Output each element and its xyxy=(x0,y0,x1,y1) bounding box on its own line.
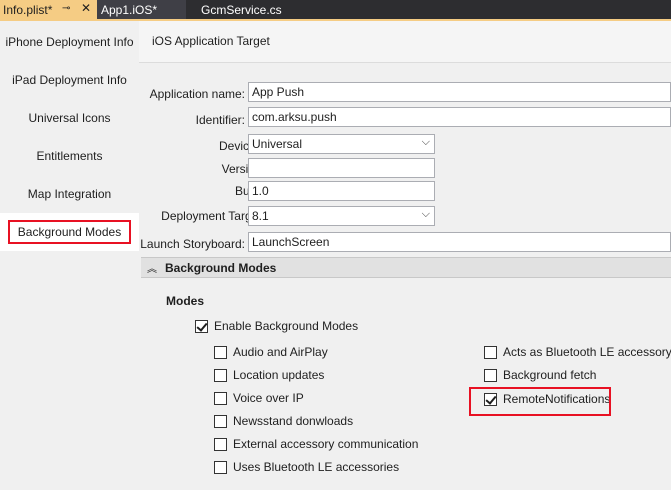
checkbox-icon[interactable] xyxy=(214,368,227,382)
main-panel: iOS Application Target Application name:… xyxy=(139,21,671,490)
checkbox-icon[interactable] xyxy=(214,414,227,428)
deployment-target-select[interactable]: 8.1 ⌵ xyxy=(248,206,435,226)
acts-as-bluetooth-le-checkbox[interactable]: Acts as Bluetooth LE accessory xyxy=(484,344,671,360)
checkbox-label: Location updates xyxy=(233,368,325,382)
app-name-field[interactable] xyxy=(248,82,671,102)
devices-value: Universal xyxy=(252,137,303,151)
chevron-down-icon: ⌵ xyxy=(421,208,430,220)
checkbox-checked-icon[interactable] xyxy=(195,319,208,333)
checkbox-label: Voice over IP xyxy=(233,391,304,405)
build-field[interactable] xyxy=(248,181,435,201)
checkbox-icon[interactable] xyxy=(484,368,497,382)
sidebar-item-label: Map Integration xyxy=(27,187,112,201)
sidebar-item-iphone-deployment-info[interactable]: iPhone Deployment Info xyxy=(0,23,139,61)
tab-label: Info.plist* xyxy=(3,2,53,17)
sidebar-item-label: iPad Deployment Info xyxy=(12,73,127,87)
modes-label: Modes xyxy=(166,294,205,308)
checkbox-label: Acts as Bluetooth LE accessory xyxy=(503,345,671,359)
tab-label: App1.iOS* xyxy=(101,2,158,17)
checkbox-icon[interactable] xyxy=(214,460,227,474)
location-updates-checkbox[interactable]: Location updates xyxy=(214,367,324,383)
sidebar: iPhone Deployment Info iPad Deployment I… xyxy=(0,21,139,490)
app-name-label: Application name: xyxy=(149,87,245,101)
checkbox-icon[interactable] xyxy=(214,345,227,359)
checkbox-icon[interactable] xyxy=(214,437,227,451)
sidebar-item-entitlements[interactable]: Entitlements xyxy=(0,137,139,175)
checkbox-label: Uses Bluetooth LE accessories xyxy=(233,460,400,474)
tab-app1-ios[interactable]: App1.iOS* xyxy=(97,0,186,19)
remote-notifications-highlight xyxy=(469,387,611,416)
sidebar-item-universal-icons[interactable]: Universal Icons xyxy=(0,99,139,137)
chevron-down-icon: ⌵ xyxy=(421,136,430,148)
sidebar-item-background-modes[interactable]: Background Modes xyxy=(0,213,139,251)
checkbox-label: Newsstand donwloads xyxy=(233,414,354,428)
identifier-label: Identifier: xyxy=(195,113,245,127)
uses-bluetooth-le-checkbox[interactable]: Uses Bluetooth LE accessories xyxy=(214,459,399,475)
sidebar-item-label: Entitlements xyxy=(36,149,103,163)
devices-select[interactable]: Universal ⌵ xyxy=(248,134,435,154)
voice-over-ip-checkbox[interactable]: Voice over IP xyxy=(214,390,304,406)
section-header: iOS Application Target xyxy=(139,21,671,63)
sidebar-item-map-integration[interactable]: Map Integration xyxy=(0,175,139,213)
checkbox-icon[interactable] xyxy=(214,391,227,405)
tab-gcmservice[interactable]: GcmService.cs xyxy=(186,0,320,19)
pin-icon[interactable]: ⊸ xyxy=(62,3,70,14)
close-icon[interactable]: ✕ xyxy=(81,1,91,15)
identifier-field[interactable] xyxy=(248,107,671,127)
checkbox-icon[interactable] xyxy=(484,345,497,359)
background-modes-header[interactable]: ︽ Background Modes xyxy=(141,257,671,278)
tab-info-plist[interactable]: Info.plist* ⊸ ✕ xyxy=(0,0,97,19)
background-modes-title: Background Modes xyxy=(165,260,277,275)
sidebar-item-label: Universal Icons xyxy=(28,111,111,125)
deployment-target-value: 8.1 xyxy=(252,209,269,223)
enable-background-modes-checkbox[interactable]: Enable Background Modes xyxy=(195,318,358,334)
section-title: iOS Application Target xyxy=(152,34,270,48)
background-fetch-checkbox[interactable]: Background fetch xyxy=(484,367,596,383)
collapse-icon[interactable]: ︽ xyxy=(147,260,163,275)
audio-airplay-checkbox[interactable]: Audio and AirPlay xyxy=(214,344,328,360)
sidebar-item-label: Background Modes xyxy=(7,220,132,244)
version-field[interactable] xyxy=(248,158,435,178)
document-tab-strip: Info.plist* ⊸ ✕ App1.iOS* GcmService.cs xyxy=(0,0,671,21)
checkbox-label: Enable Background Modes xyxy=(214,319,359,333)
tab-label: GcmService.cs xyxy=(201,2,282,17)
sidebar-item-ipad-deployment-info[interactable]: iPad Deployment Info xyxy=(0,61,139,99)
launch-storyboard-field[interactable] xyxy=(248,232,671,252)
checkbox-label: Audio and AirPlay xyxy=(233,345,328,359)
newsstand-downloads-checkbox[interactable]: Newsstand donwloads xyxy=(214,413,353,429)
checkbox-label: External accessory communication xyxy=(233,437,419,451)
sidebar-item-label: iPhone Deployment Info xyxy=(5,35,134,49)
external-accessory-checkbox[interactable]: External accessory communication xyxy=(214,436,418,452)
launch-storyboard-label: Launch Storyboard: xyxy=(140,237,245,251)
checkbox-label: Background fetch xyxy=(503,368,597,382)
